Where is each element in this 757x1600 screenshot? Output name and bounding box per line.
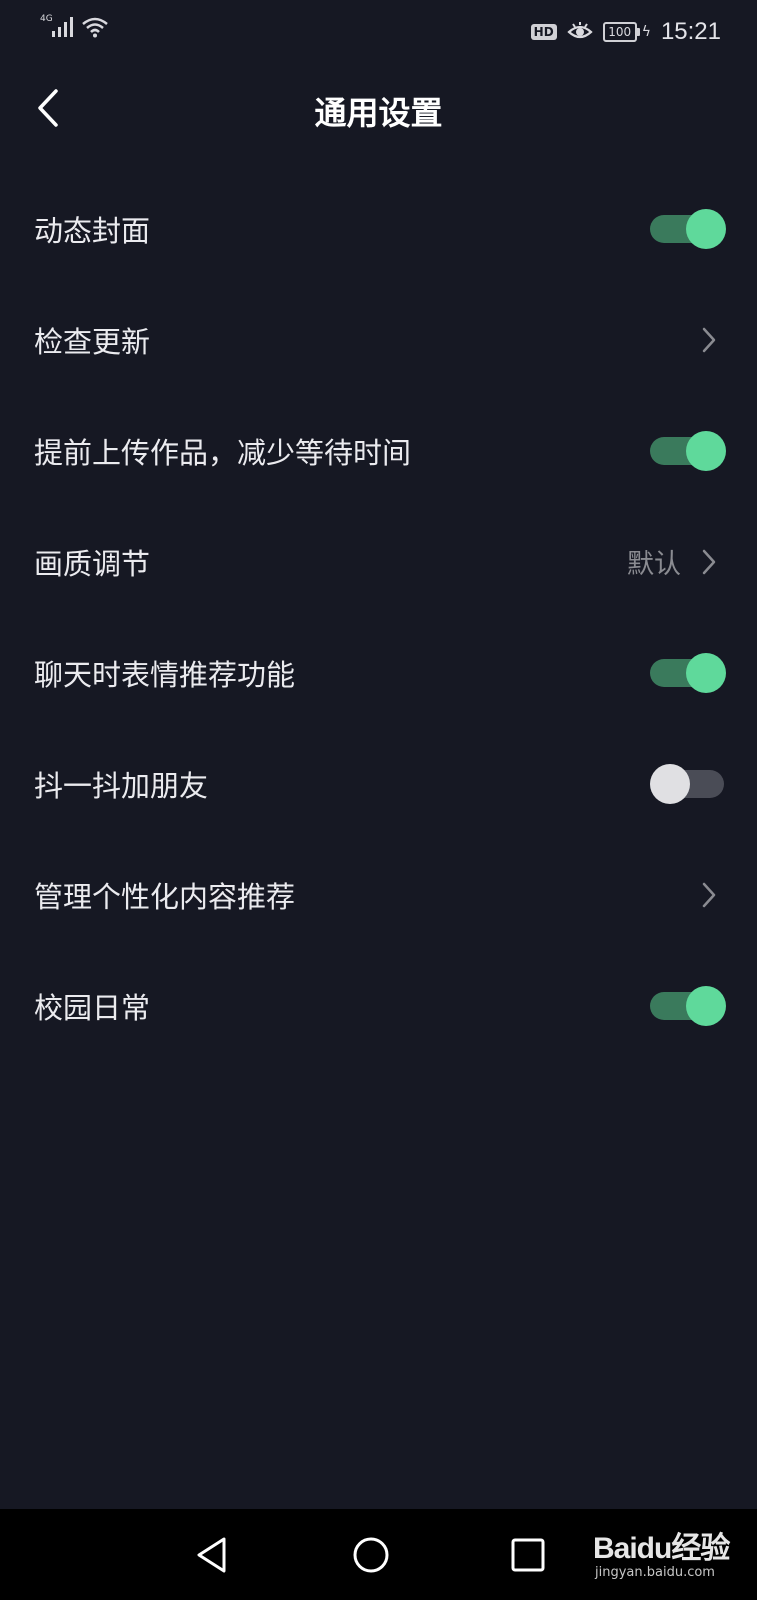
status-left: 4G xyxy=(40,14,109,38)
toggle-knob xyxy=(686,208,726,249)
status-bar: 4G HD 100 ϟ 15:21 xyxy=(0,0,757,64)
nav-home-button[interactable] xyxy=(349,1533,393,1577)
baidu-watermark: Baidu经验 jingyan.baidu.com xyxy=(593,1519,743,1589)
page-title: 通用设置 xyxy=(314,94,443,132)
setting-dynamic-cover[interactable]: 动态封面 xyxy=(0,173,757,284)
toggle-knob xyxy=(686,430,726,471)
setting-pre-upload[interactable]: 提前上传作品，减少等待时间 xyxy=(0,395,757,506)
toggle-knob xyxy=(686,985,726,1026)
setting-emoji-recommend[interactable]: 聊天时表情推荐功能 xyxy=(0,617,757,728)
battery-tip xyxy=(636,28,640,36)
watermark-url: jingyan.baidu.com xyxy=(595,1565,715,1580)
network-type-label: 4G xyxy=(40,14,53,24)
circle-home-icon xyxy=(353,1537,389,1573)
square-recents-icon xyxy=(511,1538,545,1572)
toggle-knob xyxy=(686,652,726,693)
triangle-back-icon xyxy=(197,1537,226,1573)
clock: 15:21 xyxy=(660,18,721,45)
setting-personalized-content[interactable]: 管理个性化内容推荐 xyxy=(0,839,757,950)
settings-list: 动态封面 检查更新 提前上传作品，减少等待时间 画质调节 默认 聊天时表情推荐功… xyxy=(0,173,757,1061)
status-right: HD 100 ϟ 15:21 xyxy=(530,18,721,46)
nav-back-button[interactable] xyxy=(190,1533,234,1577)
campus-daily-toggle[interactable] xyxy=(650,985,726,1026)
setting-shake-add-friend[interactable]: 抖一抖加朋友 xyxy=(0,728,757,839)
toggle-knob xyxy=(650,763,690,804)
nav-recents-button[interactable] xyxy=(506,1533,550,1577)
chevron-right-icon xyxy=(699,325,719,355)
setting-label: 检查更新 xyxy=(34,324,151,359)
system-nav-bar: Baidu经验 jingyan.baidu.com xyxy=(0,1509,757,1600)
setting-label: 画质调节 xyxy=(34,546,151,581)
signal-icon xyxy=(51,17,73,37)
battery-indicator: 100 ϟ xyxy=(602,22,651,42)
setting-video-quality[interactable]: 画质调节 默认 xyxy=(0,506,757,617)
setting-label: 动态封面 xyxy=(34,213,151,248)
shake-add-friend-toggle[interactable] xyxy=(650,763,726,804)
setting-check-update[interactable]: 检查更新 xyxy=(0,284,757,395)
dynamic-cover-toggle[interactable] xyxy=(650,208,726,249)
setting-label: 聊天时表情推荐功能 xyxy=(34,657,296,692)
chevron-right-icon xyxy=(699,880,719,910)
setting-label: 管理个性化内容推荐 xyxy=(34,879,296,914)
chevron-right-icon xyxy=(699,547,719,577)
wifi-icon xyxy=(81,17,108,38)
setting-label: 校园日常 xyxy=(34,990,151,1025)
eye-comfort-icon xyxy=(567,22,593,39)
pre-upload-toggle[interactable] xyxy=(650,430,726,471)
charging-icon: ϟ xyxy=(641,24,651,40)
battery-level: 100 xyxy=(602,22,637,42)
nav-header: 通用设置 xyxy=(0,72,757,148)
watermark-logo: Baidu经验 xyxy=(593,1532,730,1565)
setting-label: 抖一抖加朋友 xyxy=(34,768,209,803)
emoji-recommend-toggle[interactable] xyxy=(650,652,726,693)
setting-value: 默认 xyxy=(627,549,681,580)
hd-badge: HD xyxy=(530,24,557,40)
setting-label: 提前上传作品，减少等待时间 xyxy=(34,435,412,470)
setting-campus-daily[interactable]: 校园日常 xyxy=(0,950,757,1061)
